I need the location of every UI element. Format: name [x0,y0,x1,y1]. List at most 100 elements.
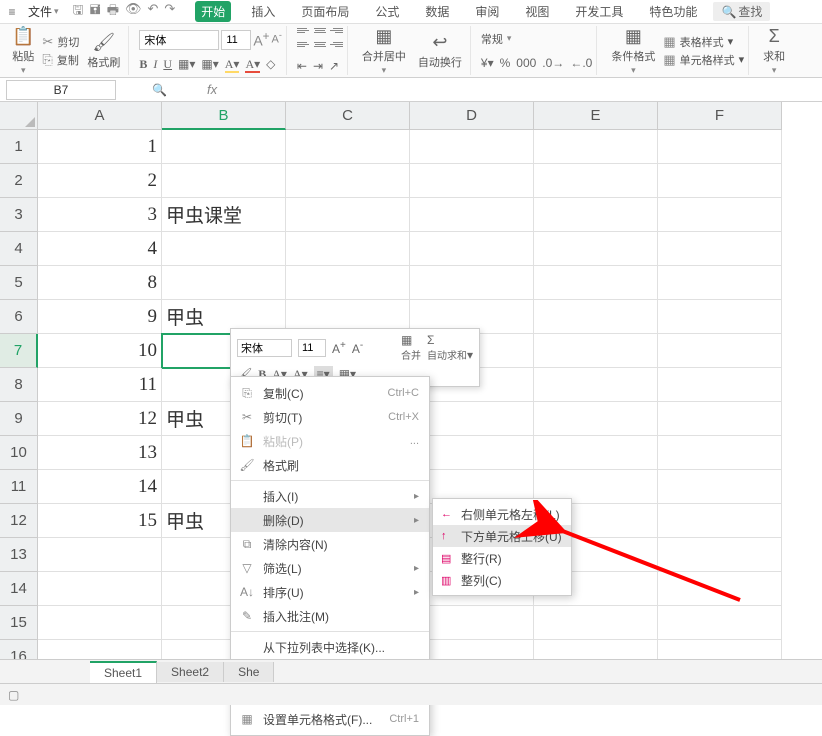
column-header-A[interactable]: A [38,102,162,130]
column-header-D[interactable]: D [410,102,534,130]
tab-start[interactable]: 开始 [195,1,231,22]
file-menu[interactable]: 文件 ▾ [22,3,65,20]
cell-D4[interactable] [410,232,534,266]
cell-A6[interactable]: 9 [38,300,162,334]
cell-F6[interactable] [658,300,782,334]
cell-F15[interactable] [658,606,782,640]
sheet-tab-1[interactable]: Sheet1 [90,661,157,683]
cell-B5[interactable] [162,266,286,300]
cell-D1[interactable] [410,130,534,164]
zoom-icon[interactable]: 🔍 [152,83,167,97]
alignment-buttons[interactable] [297,28,343,54]
cell-F2[interactable] [658,164,782,198]
merge-center-button[interactable]: ▦合并居中▾ [358,24,410,78]
row-header-7[interactable]: 7 [0,334,38,368]
cell-F9[interactable] [658,402,782,436]
border-button[interactable]: ▦▾ [178,57,195,71]
font-color-button[interactable]: A▾ [245,57,260,72]
cell-E9[interactable] [534,402,658,436]
row-header-3[interactable]: 3 [0,198,38,232]
cell-F7[interactable] [658,334,782,368]
name-box[interactable]: B7 [6,80,116,100]
cell-C4[interactable] [286,232,410,266]
tab-developer[interactable]: 开发工具 [569,1,629,22]
mini-grow-font-icon[interactable]: A+ [332,340,346,356]
row-header-2[interactable]: 2 [0,164,38,198]
ctx-从下拉列表中选择K[interactable]: 从下拉列表中选择(K)... [231,635,429,659]
cell-D5[interactable] [410,266,534,300]
cell-C5[interactable] [286,266,410,300]
mini-shrink-font-icon[interactable]: A- [352,340,363,356]
cell-C2[interactable] [286,164,410,198]
currency-icon[interactable]: ¥▾ [481,56,494,70]
cell-A1[interactable]: 1 [38,130,162,164]
cell-E3[interactable] [534,198,658,232]
cell-B2[interactable] [162,164,286,198]
ctx-复制C[interactable]: ⎘复制(C)Ctrl+C [231,381,429,405]
indent-left-icon[interactable]: ⇤ [297,59,307,73]
underline-button[interactable]: U [163,57,172,72]
cell-A3[interactable]: 3 [38,198,162,232]
percent-icon[interactable]: % [500,56,511,70]
cell-A11[interactable]: 14 [38,470,162,504]
search-box[interactable]: 🔍 查找 [713,2,770,21]
copy-button[interactable]: ⎘复制 [42,52,79,68]
cell-F12[interactable] [658,504,782,538]
ctx-删除D[interactable]: 删除(D)▸ [231,508,429,532]
fx-icon[interactable]: fx [207,82,217,97]
dec-decimal-icon[interactable]: ←.0 [570,56,592,70]
conditional-format-button[interactable]: ▦条件格式▾ [607,24,659,78]
tab-special[interactable]: 特色功能 [643,1,703,22]
select-all-corner[interactable] [0,102,38,130]
del-sub-右侧单元格左移L[interactable]: ←右侧单元格左移(L) [433,503,571,525]
cell-A8[interactable]: 11 [38,368,162,402]
row-header-9[interactable]: 9 [0,402,38,436]
cell-D2[interactable] [410,164,534,198]
cell-F1[interactable] [658,130,782,164]
cell-E1[interactable] [534,130,658,164]
font-name-select[interactable] [139,30,219,50]
redo-icon[interactable]: ↷ [164,1,175,23]
tab-view[interactable]: 视图 [519,1,555,22]
cell-A14[interactable] [38,572,162,606]
shrink-font-icon[interactable]: A- [271,30,281,50]
cell-A9[interactable]: 12 [38,402,162,436]
cell-F8[interactable] [658,368,782,402]
ctx-清除内容N[interactable]: ⧉清除内容(N) [231,532,429,556]
cell-F3[interactable] [658,198,782,232]
tab-formulas[interactable]: 公式 [369,1,405,22]
row-header-6[interactable]: 6 [0,300,38,334]
cell-A7[interactable]: 10 [38,334,162,368]
table-style-button[interactable]: ▦表格样式▾ [663,34,744,50]
format-painter-button[interactable]: 🖌格式刷 [83,30,124,72]
row-header-4[interactable]: 4 [0,232,38,266]
mini-autosum-button[interactable]: Σ自动求和▾ [427,333,473,362]
del-sub-整行R[interactable]: ▤整行(R) [433,547,571,569]
cell-B3[interactable]: 甲虫课堂 [162,198,286,232]
row-header-12[interactable]: 12 [0,504,38,538]
print-icon[interactable]: 🖶 [107,1,119,23]
ctx-插入I[interactable]: 插入(I)▸ [231,484,429,508]
cell-E15[interactable] [534,606,658,640]
cell-A5[interactable]: 8 [38,266,162,300]
ctx-格式刷[interactable]: 🖌格式刷 [231,453,429,477]
fill-color-button[interactable]: A▾ [225,57,240,72]
column-header-B[interactable]: B [162,102,286,130]
mini-merge-button[interactable]: ▦合并 [401,333,421,362]
save-icon[interactable]: 🖫 [73,1,84,23]
tab-review[interactable]: 审阅 [469,1,505,22]
column-header-E[interactable]: E [534,102,658,130]
row-header-11[interactable]: 11 [0,470,38,504]
mini-font-size[interactable] [298,339,326,357]
cell-A13[interactable] [38,538,162,572]
sheet-tab-2[interactable]: Sheet2 [157,662,224,682]
comma-icon[interactable]: 000 [516,56,536,70]
cut-button[interactable]: ✂剪切 [42,34,79,50]
row-header-14[interactable]: 14 [0,572,38,606]
cell-C3[interactable] [286,198,410,232]
cell-F5[interactable] [658,266,782,300]
del-sub-整列C[interactable]: ▥整列(C) [433,569,571,591]
autosum-button[interactable]: Σ求和▾ [759,24,789,78]
number-format-select[interactable]: 常规 [481,31,503,47]
inc-decimal-icon[interactable]: .0→ [542,56,564,70]
